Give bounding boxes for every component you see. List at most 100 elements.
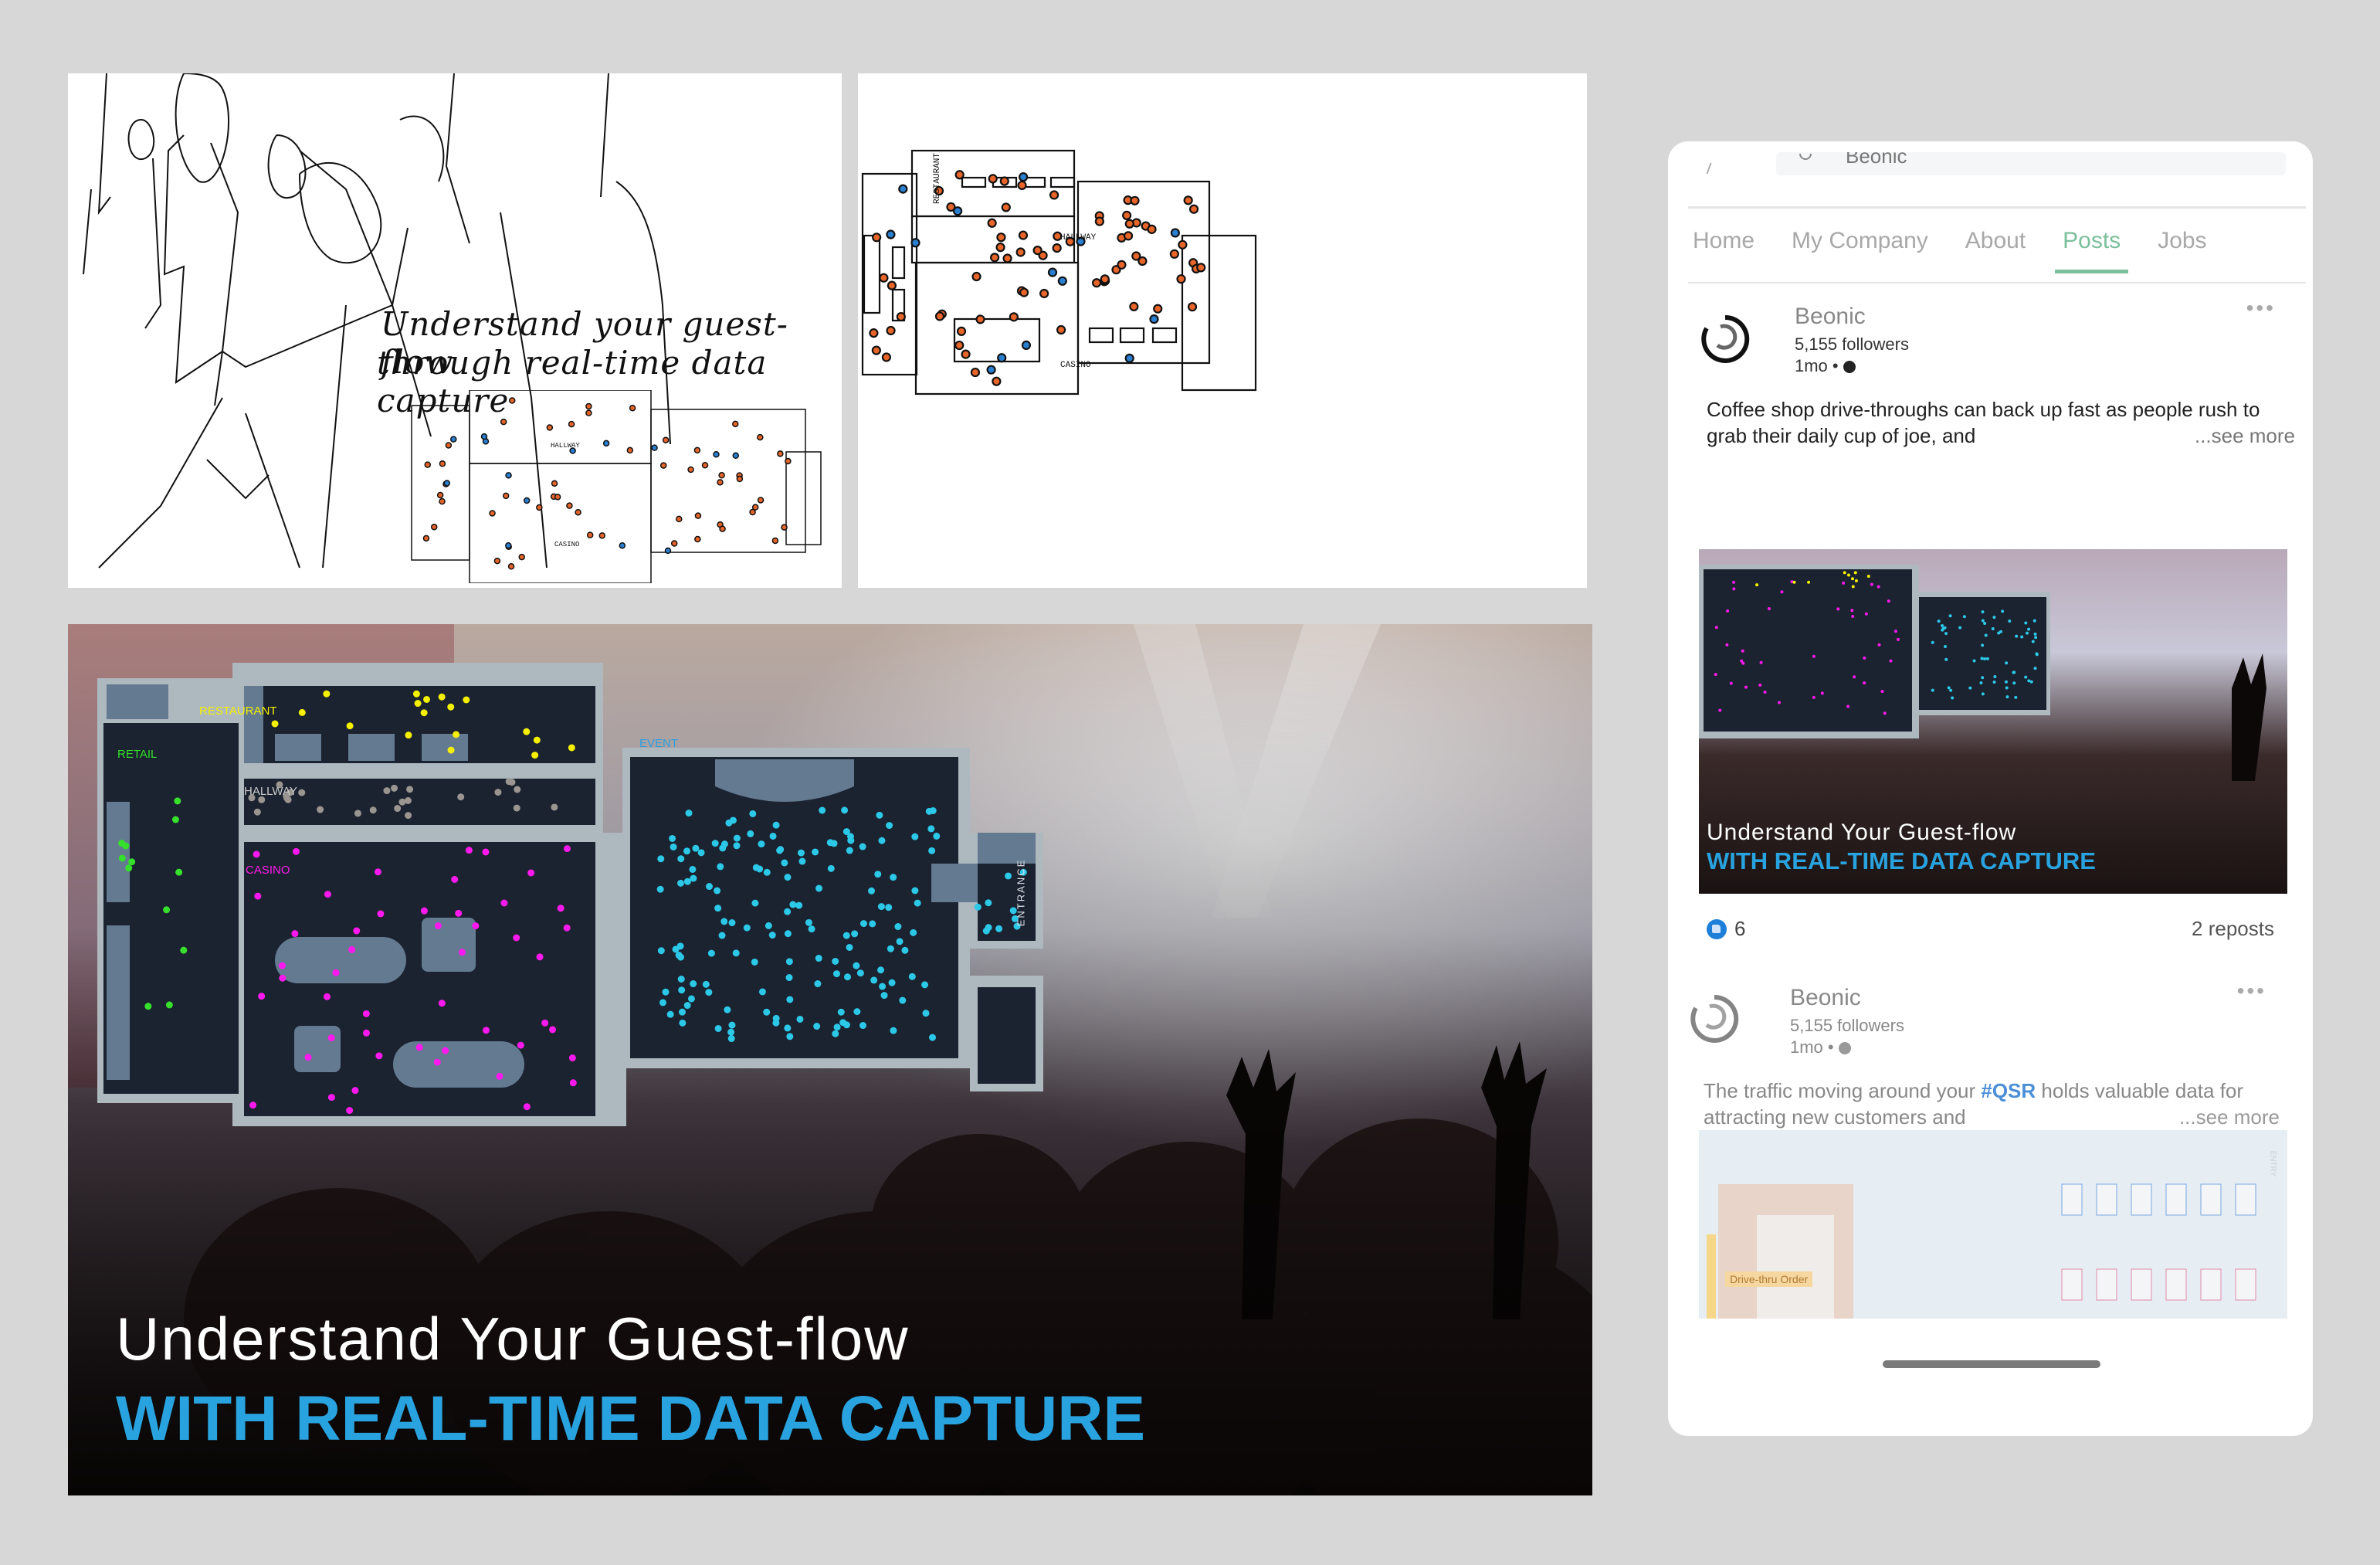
guest-dot <box>670 540 678 547</box>
guest-dot <box>1741 661 1745 665</box>
guest-dot <box>494 789 502 796</box>
tab-about[interactable]: About <box>1965 228 2026 254</box>
guest-dot <box>868 887 876 895</box>
guest-dot <box>455 909 463 917</box>
guest-dot <box>500 418 507 426</box>
guest-dot <box>1850 609 1854 613</box>
guest-dot <box>1931 640 1934 644</box>
guest-dot <box>465 847 473 854</box>
guest-dot <box>894 923 902 931</box>
guest-dot <box>1968 686 1972 690</box>
guest-dot <box>1984 633 1988 637</box>
tab-jobs[interactable]: Jobs <box>2158 228 2206 254</box>
guest-dot <box>678 986 686 994</box>
guest-dot <box>1176 274 1186 284</box>
sketch-restaurant-label: RESTAURANT <box>933 152 943 205</box>
repost-count[interactable]: 2 reposts <box>2192 917 2274 941</box>
guest-dot <box>999 176 1009 186</box>
guest-dot <box>751 504 759 511</box>
home-indicator[interactable] <box>1883 1360 2100 1368</box>
guest-dot <box>1767 606 1771 610</box>
guest-dot <box>394 805 402 813</box>
parking-lot-aerial-photo <box>1707 1183 2256 1319</box>
beonic-logo-icon[interactable] <box>1687 991 1742 1047</box>
guest-dot <box>921 981 929 989</box>
guest-dot <box>324 891 331 898</box>
guest-dot <box>2035 653 2039 657</box>
guest-dot <box>536 953 544 961</box>
guest-dot <box>523 497 531 504</box>
guest-dot <box>776 847 784 854</box>
guest-dot <box>757 433 764 441</box>
guest-dot <box>1123 231 1134 241</box>
tab-home[interactable]: Home <box>1693 228 1754 254</box>
guest-dot <box>1094 216 1105 226</box>
parking-slot <box>2061 1268 2083 1301</box>
guest-dot <box>1864 612 1868 616</box>
guest-dot <box>1732 587 1736 591</box>
company-name[interactable]: Beonic <box>1790 985 1861 1011</box>
guest-dot <box>997 353 1007 363</box>
hero-subheadline: WITH REAL-TIME DATA CAPTURE <box>116 1383 1146 1454</box>
guest-dot <box>415 1044 423 1051</box>
post-image[interactable]: Understand Your Guest-flow WITH REAL-TIM… <box>1699 549 2287 894</box>
tab-my-company[interactable]: My Company <box>1792 228 1928 254</box>
hashtag-link[interactable]: #QSR <box>1981 1079 2036 1102</box>
guest-dot <box>659 462 667 469</box>
guest-dot <box>1981 692 1985 696</box>
guest-dot <box>659 999 666 1007</box>
guest-dot <box>702 980 710 988</box>
guest-dot <box>346 722 354 730</box>
guest-dot <box>896 938 904 945</box>
guest-dot <box>714 905 722 912</box>
guest-dot <box>271 720 279 728</box>
guest-dot <box>1726 609 1730 613</box>
divider <box>1688 282 2306 283</box>
guest-dot <box>1002 253 1012 263</box>
post-image[interactable]: Drive-thru Order ENTRY <box>1699 1130 2287 1319</box>
guest-dot <box>406 786 414 793</box>
guest-dot <box>815 955 822 962</box>
guest-dot <box>676 879 684 887</box>
guest-dot <box>1196 263 1206 273</box>
guest-dot <box>1170 228 1180 238</box>
back-arrow-icon[interactable] <box>1706 163 1718 174</box>
guest-dot <box>514 786 521 793</box>
guest-dot <box>369 806 377 814</box>
guest-dot <box>536 504 543 511</box>
guest-dot <box>1999 630 2002 633</box>
guest-dot <box>1137 256 1148 266</box>
guest-dot <box>298 789 306 796</box>
see-more-link[interactable]: ...see more <box>2179 1104 2280 1130</box>
guest-dot <box>701 461 709 469</box>
guest-dot <box>527 869 535 877</box>
guest-dot <box>651 444 658 451</box>
like-count[interactable]: 6 <box>1707 917 1745 941</box>
guest-dot <box>2008 620 2012 623</box>
guest-dot <box>566 502 573 509</box>
tab-posts[interactable]: Posts <box>2055 228 2129 273</box>
guest-dot <box>878 837 886 844</box>
guest-dot <box>666 1010 674 1018</box>
guest-dot <box>718 932 726 939</box>
search-input[interactable]: Beonic <box>1776 152 2286 175</box>
sketch-concept-panel: Understand your guest-flow through real-… <box>68 73 842 588</box>
guest-dot <box>483 1027 490 1034</box>
guest-dot <box>414 700 422 708</box>
guest-dot <box>795 901 803 909</box>
more-options-icon[interactable]: ••• <box>2246 296 2276 321</box>
company-name[interactable]: Beonic <box>1795 304 1866 330</box>
beonic-logo-icon[interactable] <box>1697 311 1753 367</box>
guest-dot <box>885 904 893 912</box>
guest-dot <box>1863 656 1866 660</box>
guest-dot <box>717 479 724 486</box>
more-options-icon[interactable]: ••• <box>2237 979 2266 1003</box>
guest-dot <box>541 1019 549 1027</box>
guest-dot <box>1992 680 1996 684</box>
guest-dot <box>877 966 885 974</box>
guest-dot <box>853 1008 861 1016</box>
guest-dot <box>1178 239 1188 250</box>
guest-dot <box>568 1054 576 1062</box>
see-more-link[interactable]: ...see more <box>2195 423 2295 449</box>
guest-dot <box>332 969 340 976</box>
